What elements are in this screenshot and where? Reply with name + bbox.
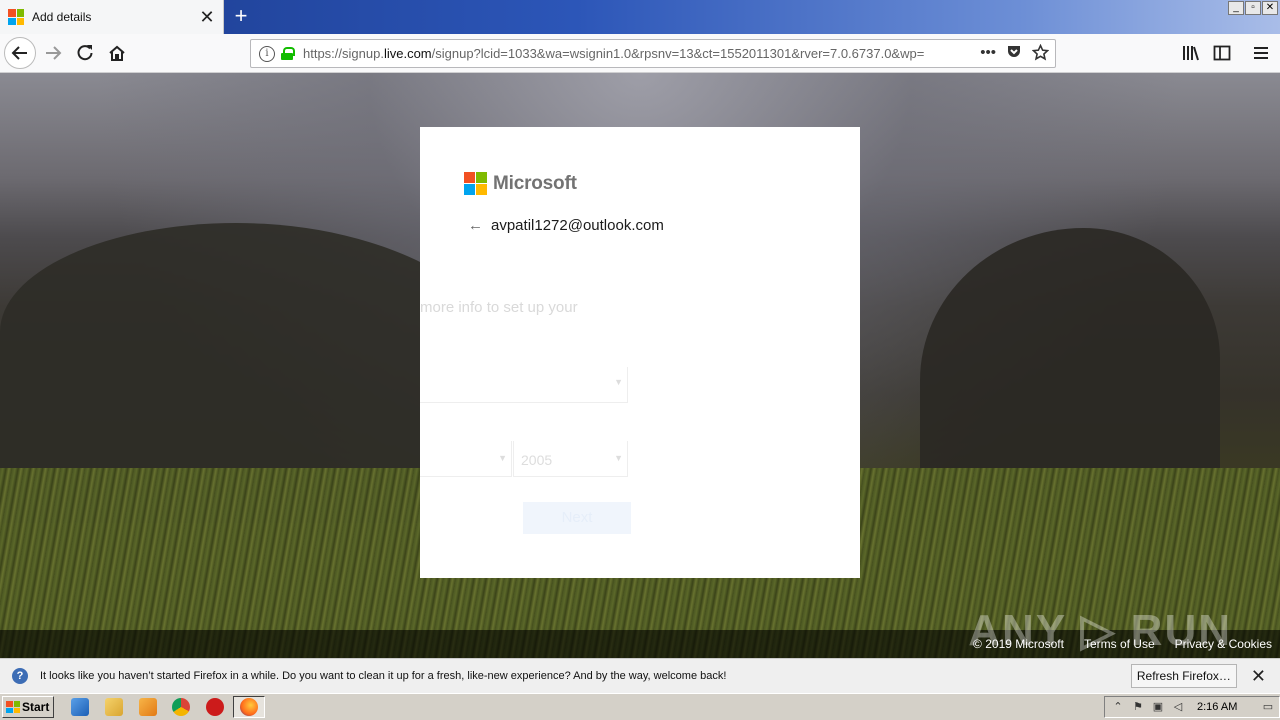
page-viewport: Microsoft ← avpatil1272@outlook.com more… bbox=[0, 73, 1280, 658]
back-arrow-icon[interactable]: ← bbox=[468, 217, 483, 234]
account-email: avpatil1272@outlook.com bbox=[491, 217, 664, 234]
home-button[interactable] bbox=[102, 38, 132, 68]
bookmark-star-icon[interactable] bbox=[1031, 43, 1050, 65]
restore-button[interactable]: ▫ bbox=[1245, 1, 1261, 15]
url-text[interactable]: https://signup.live.com/signup?lcid=1033… bbox=[303, 46, 973, 61]
system-tray: ⌃ ⚑ ▣ ◁ 2:16 AM ▭ bbox=[1104, 696, 1280, 718]
firefox-icon bbox=[240, 698, 258, 716]
birth-year-value: 2005 bbox=[521, 452, 553, 468]
site-info-icon[interactable]: i bbox=[259, 45, 275, 62]
identity-banner: ← avpatil1272@outlook.com bbox=[468, 217, 664, 234]
folder-icon[interactable] bbox=[105, 698, 123, 716]
question-icon: ? bbox=[12, 668, 28, 684]
secure-lock-icon[interactable] bbox=[281, 47, 295, 60]
volume-icon[interactable]: ◁ bbox=[1171, 701, 1185, 713]
close-window-button[interactable]: ✕ bbox=[1262, 1, 1278, 15]
back-button[interactable] bbox=[4, 37, 36, 69]
pocket-icon[interactable] bbox=[1006, 44, 1022, 65]
anyrun-watermark: ANY ▷ RUN bbox=[968, 606, 1232, 655]
refresh-firefox-button[interactable]: Refresh Firefox… bbox=[1130, 664, 1237, 688]
microsoft-favicon-icon bbox=[8, 9, 24, 25]
fading-heading: more info to set up your bbox=[420, 299, 578, 316]
home-icon bbox=[109, 45, 125, 61]
brand-name: Microsoft bbox=[493, 172, 577, 194]
show-desktop-icon[interactable]: ▭ bbox=[1261, 701, 1275, 713]
clock[interactable]: 2:16 AM bbox=[1197, 701, 1237, 713]
start-label: Start bbox=[22, 700, 50, 714]
firefox-notification-bar: ? It looks like you haven’t started Fire… bbox=[0, 658, 1280, 693]
reload-icon bbox=[77, 45, 93, 61]
forward-button[interactable] bbox=[38, 38, 68, 68]
notification-text: It looks like you haven’t started Firefo… bbox=[40, 670, 727, 682]
chevron-down-icon: ▼ bbox=[614, 453, 623, 463]
microsoft-squares-icon bbox=[464, 172, 487, 195]
chrome-icon[interactable] bbox=[172, 698, 190, 716]
close-tab-icon[interactable]: ✕ bbox=[195, 7, 219, 28]
new-tab-button[interactable]: + bbox=[228, 3, 254, 29]
next-button[interactable]: Next bbox=[523, 502, 631, 534]
menu-icon[interactable] bbox=[1252, 44, 1270, 67]
windows-flag-icon bbox=[6, 701, 20, 713]
birth-day-select[interactable]: ▼ bbox=[420, 441, 512, 477]
network-icon[interactable]: ▣ bbox=[1151, 701, 1165, 713]
country-select[interactable]: ▼ bbox=[420, 367, 628, 403]
minimize-button[interactable]: _ bbox=[1228, 1, 1244, 15]
chevron-down-icon: ▼ bbox=[498, 453, 507, 463]
url-bar[interactable]: i https://signup.live.com/signup?lcid=10… bbox=[250, 39, 1056, 68]
back-arrow-icon bbox=[11, 46, 27, 60]
window-controls: _ ▫ ✕ bbox=[1228, 1, 1278, 15]
sidebar-toggle-icon[interactable] bbox=[1213, 44, 1231, 67]
page-actions-icon[interactable]: ••• bbox=[980, 44, 996, 65]
opera-icon[interactable] bbox=[206, 698, 224, 716]
flag-icon[interactable]: ⚑ bbox=[1131, 701, 1145, 713]
signup-card: Microsoft ← avpatil1272@outlook.com more… bbox=[420, 127, 860, 578]
microsoft-logo: Microsoft bbox=[464, 172, 577, 195]
navigation-toolbar: i https://signup.live.com/signup?lcid=10… bbox=[0, 34, 1280, 73]
tab-add-details[interactable]: Add details ✕ bbox=[0, 0, 224, 34]
forward-arrow-icon bbox=[46, 46, 62, 60]
chevron-down-icon: ▼ bbox=[614, 377, 623, 387]
birth-year-select[interactable]: 2005 ▼ bbox=[513, 441, 628, 477]
background-mountain-right bbox=[920, 228, 1220, 468]
internet-explorer-icon[interactable] bbox=[71, 698, 89, 716]
library-icon[interactable] bbox=[1182, 44, 1200, 67]
show-hidden-icons-icon[interactable]: ⌃ bbox=[1111, 701, 1125, 713]
windows-taskbar: Start ⌃ ⚑ ▣ ◁ 2:16 AM ▭ bbox=[0, 693, 1280, 720]
browser-tab-strip: Add details ✕ + _ ▫ ✕ bbox=[0, 0, 1280, 34]
reload-button[interactable] bbox=[70, 38, 100, 68]
start-button[interactable]: Start bbox=[2, 696, 54, 718]
tab-title: Add details bbox=[32, 10, 92, 24]
close-notification-icon[interactable]: ✕ bbox=[1251, 666, 1266, 687]
firefox-taskbar-button[interactable] bbox=[233, 696, 265, 718]
media-player-icon[interactable] bbox=[139, 698, 157, 716]
